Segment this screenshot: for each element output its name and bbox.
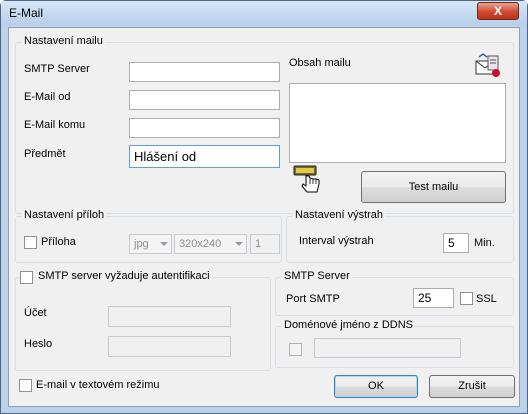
email-from-label: E-Mail od — [24, 91, 71, 103]
ddns-group: Doménové jméno z DDNS — [275, 319, 514, 368]
email-to-input[interactable] — [129, 118, 280, 138]
smtp-port-label: Port SMTP — [286, 293, 340, 305]
chevron-down-icon — [160, 242, 168, 246]
attachments-group: Nastavení příloh Příloha jpg 320x240 — [15, 209, 282, 263]
format-select[interactable]: jpg — [129, 234, 172, 254]
content-label: Obsah mailu — [289, 57, 351, 69]
password-input[interactable] — [108, 336, 231, 357]
window-title: E-Mail — [9, 6, 44, 20]
resolution-select[interactable]: 320x240 — [174, 234, 247, 254]
alert-interval-label: Interval výstrah — [299, 235, 374, 247]
smtp-auth-legend: SMTP server vyžaduje autentifikaci — [36, 270, 212, 282]
ddns-checkbox[interactable] — [289, 343, 302, 356]
ssl-label: SSL — [476, 293, 497, 305]
mail-settings-group: Nastavení mailu SMTP Server E-Mail od E-… — [15, 35, 514, 214]
smtp-server-legend: SMTP Server — [282, 270, 352, 282]
ssl-checkbox[interactable] — [460, 292, 473, 305]
smtp-auth-group: SMTP server vyžaduje autentifikaci Účet … — [15, 270, 271, 371]
alert-interval-input[interactable] — [443, 233, 469, 253]
email-dialog-window: E-Mail X Nastavení mailu SMTP Server E-M… — [0, 0, 528, 414]
account-input[interactable] — [108, 306, 231, 327]
chevron-down-icon — [235, 242, 243, 246]
subject-label: Předmět — [24, 148, 66, 160]
password-label: Heslo — [24, 338, 53, 350]
ok-button[interactable]: OK — [334, 375, 418, 398]
ddns-input[interactable] — [314, 338, 461, 358]
mail-content-textarea[interactable] — [289, 83, 506, 163]
subject-input[interactable] — [129, 145, 280, 168]
mail-settings-legend: Nastavení mailu — [22, 35, 105, 47]
text-mode-label: E-mail v textovém režimu — [36, 379, 160, 391]
test-mail-button[interactable]: Test mailu — [361, 171, 506, 203]
dialog-client-area: Nastavení mailu SMTP Server E-Mail od E-… — [8, 27, 520, 407]
format-select-value: jpg — [134, 238, 149, 250]
cancel-button[interactable]: Zrušit — [429, 375, 515, 398]
smtp-server-input[interactable] — [129, 62, 280, 82]
smtp-port-input[interactable] — [413, 288, 454, 308]
attachment-label: Příloha — [41, 236, 76, 248]
mail-envelope-icon — [474, 53, 502, 79]
attachment-count-input[interactable] — [250, 234, 280, 254]
email-from-input[interactable] — [129, 90, 280, 110]
hand-pointer-icon[interactable] — [293, 164, 323, 194]
alerts-group: Nastavení výstrah Interval výstrah Min. — [286, 209, 514, 263]
email-to-label: E-Mail komu — [24, 119, 86, 131]
ddns-legend: Doménové jméno z DDNS — [282, 319, 415, 331]
smtp-auth-checkbox[interactable] — [20, 271, 33, 284]
text-mode-checkbox[interactable] — [19, 379, 32, 392]
alert-interval-unit: Min. — [474, 237, 495, 249]
attachment-checkbox[interactable] — [24, 236, 37, 249]
smtp-server-group: SMTP Server Port SMTP SSL — [275, 270, 514, 316]
close-button[interactable]: X — [477, 2, 519, 20]
title-bar: E-Mail X — [1, 1, 527, 25]
alerts-legend: Nastavení výstrah — [293, 209, 386, 221]
smtp-server-label: SMTP Server — [24, 63, 90, 75]
attachments-legend: Nastavení příloh — [22, 209, 107, 221]
resolution-select-value: 320x240 — [179, 238, 222, 250]
account-label: Účet — [24, 307, 47, 319]
